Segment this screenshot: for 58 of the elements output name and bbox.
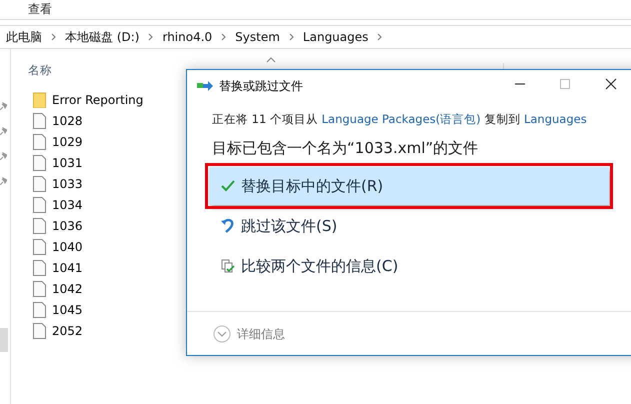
file-icon: [33, 302, 46, 318]
file-name[interactable]: 1031: [52, 156, 83, 170]
column-header[interactable]: 名称: [28, 63, 52, 78]
details-toggle[interactable]: 详细信息: [237, 326, 285, 342]
file-icon: [33, 322, 46, 338]
file-name[interactable]: 1042: [52, 282, 83, 296]
pin-icon[interactable]: [0, 177, 7, 185]
sort-caret-icon: [266, 57, 276, 63]
file-icon: [33, 218, 46, 234]
file-icon: [33, 176, 46, 192]
documents-icon: [221, 259, 235, 273]
file-name[interactable]: Error Reporting: [52, 92, 144, 106]
file-name[interactable]: 1033: [52, 176, 83, 190]
file-icon: [33, 196, 46, 212]
breadcrumb-item[interactable]: Languages: [296, 30, 374, 44]
option-button[interactable]: 跳过该文件(S): [209, 207, 609, 245]
file-icon: [33, 280, 46, 296]
chevron-icon: [377, 33, 382, 41]
copy-app-icon: [197, 81, 213, 91]
close-icon[interactable]: [605, 78, 617, 90]
chevron-icon: [221, 33, 226, 41]
file-name[interactable]: 1040: [52, 240, 83, 254]
window-title: 替换或跳过文件: [219, 78, 303, 94]
file-icon: [33, 134, 46, 150]
menu-item[interactable]: 查看: [28, 1, 52, 18]
file-icon: [33, 238, 46, 254]
file-name[interactable]: 2052: [52, 324, 83, 338]
file-name[interactable]: 1034: [52, 198, 83, 212]
option-button[interactable]: 比较两个文件的信息(C): [209, 247, 609, 285]
chevron-icon: [148, 33, 154, 41]
chevron-icon: [51, 33, 56, 41]
pin-icon[interactable]: [0, 127, 7, 135]
folder-icon: [33, 92, 46, 108]
file-name[interactable]: 1036: [52, 218, 83, 232]
breadcrumb-item[interactable]: 本地磁盘 (D:): [59, 28, 146, 46]
pin-icon[interactable]: [0, 152, 7, 160]
file-icon: [33, 112, 46, 128]
pin-icon[interactable]: [0, 102, 7, 110]
maximize-icon[interactable]: [559, 78, 571, 90]
conflict-heading: 目标已包含一个名为“1033.xml”的文件: [212, 139, 480, 158]
source-link[interactable]: Language Packages(语言包): [322, 112, 481, 126]
file-icon: [33, 154, 46, 170]
target-link[interactable]: Languages: [524, 112, 587, 126]
chevron-icon: [288, 33, 294, 41]
file-name[interactable]: 1028: [52, 114, 83, 128]
file-name[interactable]: 1045: [52, 302, 83, 316]
expand-icon[interactable]: [213, 325, 231, 343]
checkmark-icon: [221, 179, 235, 193]
breadcrumb-item[interactable]: rhino4.0: [156, 30, 218, 44]
option-button[interactable]: 替换目标中的文件(R): [209, 167, 609, 205]
breadcrumb-item[interactable]: 此电脑: [0, 28, 48, 46]
file-name[interactable]: 1029: [52, 134, 83, 148]
undo-arrow-icon: [221, 219, 235, 233]
file-icon: [33, 260, 46, 276]
file-name[interactable]: 1041: [52, 260, 83, 274]
copy-status-text: 正在将 11 个项目从 Language Packages(语言包) 复制到 Languages: [212, 112, 588, 127]
nav-item-highlight: [0, 328, 8, 352]
breadcrumb-item[interactable]: System: [229, 30, 286, 44]
